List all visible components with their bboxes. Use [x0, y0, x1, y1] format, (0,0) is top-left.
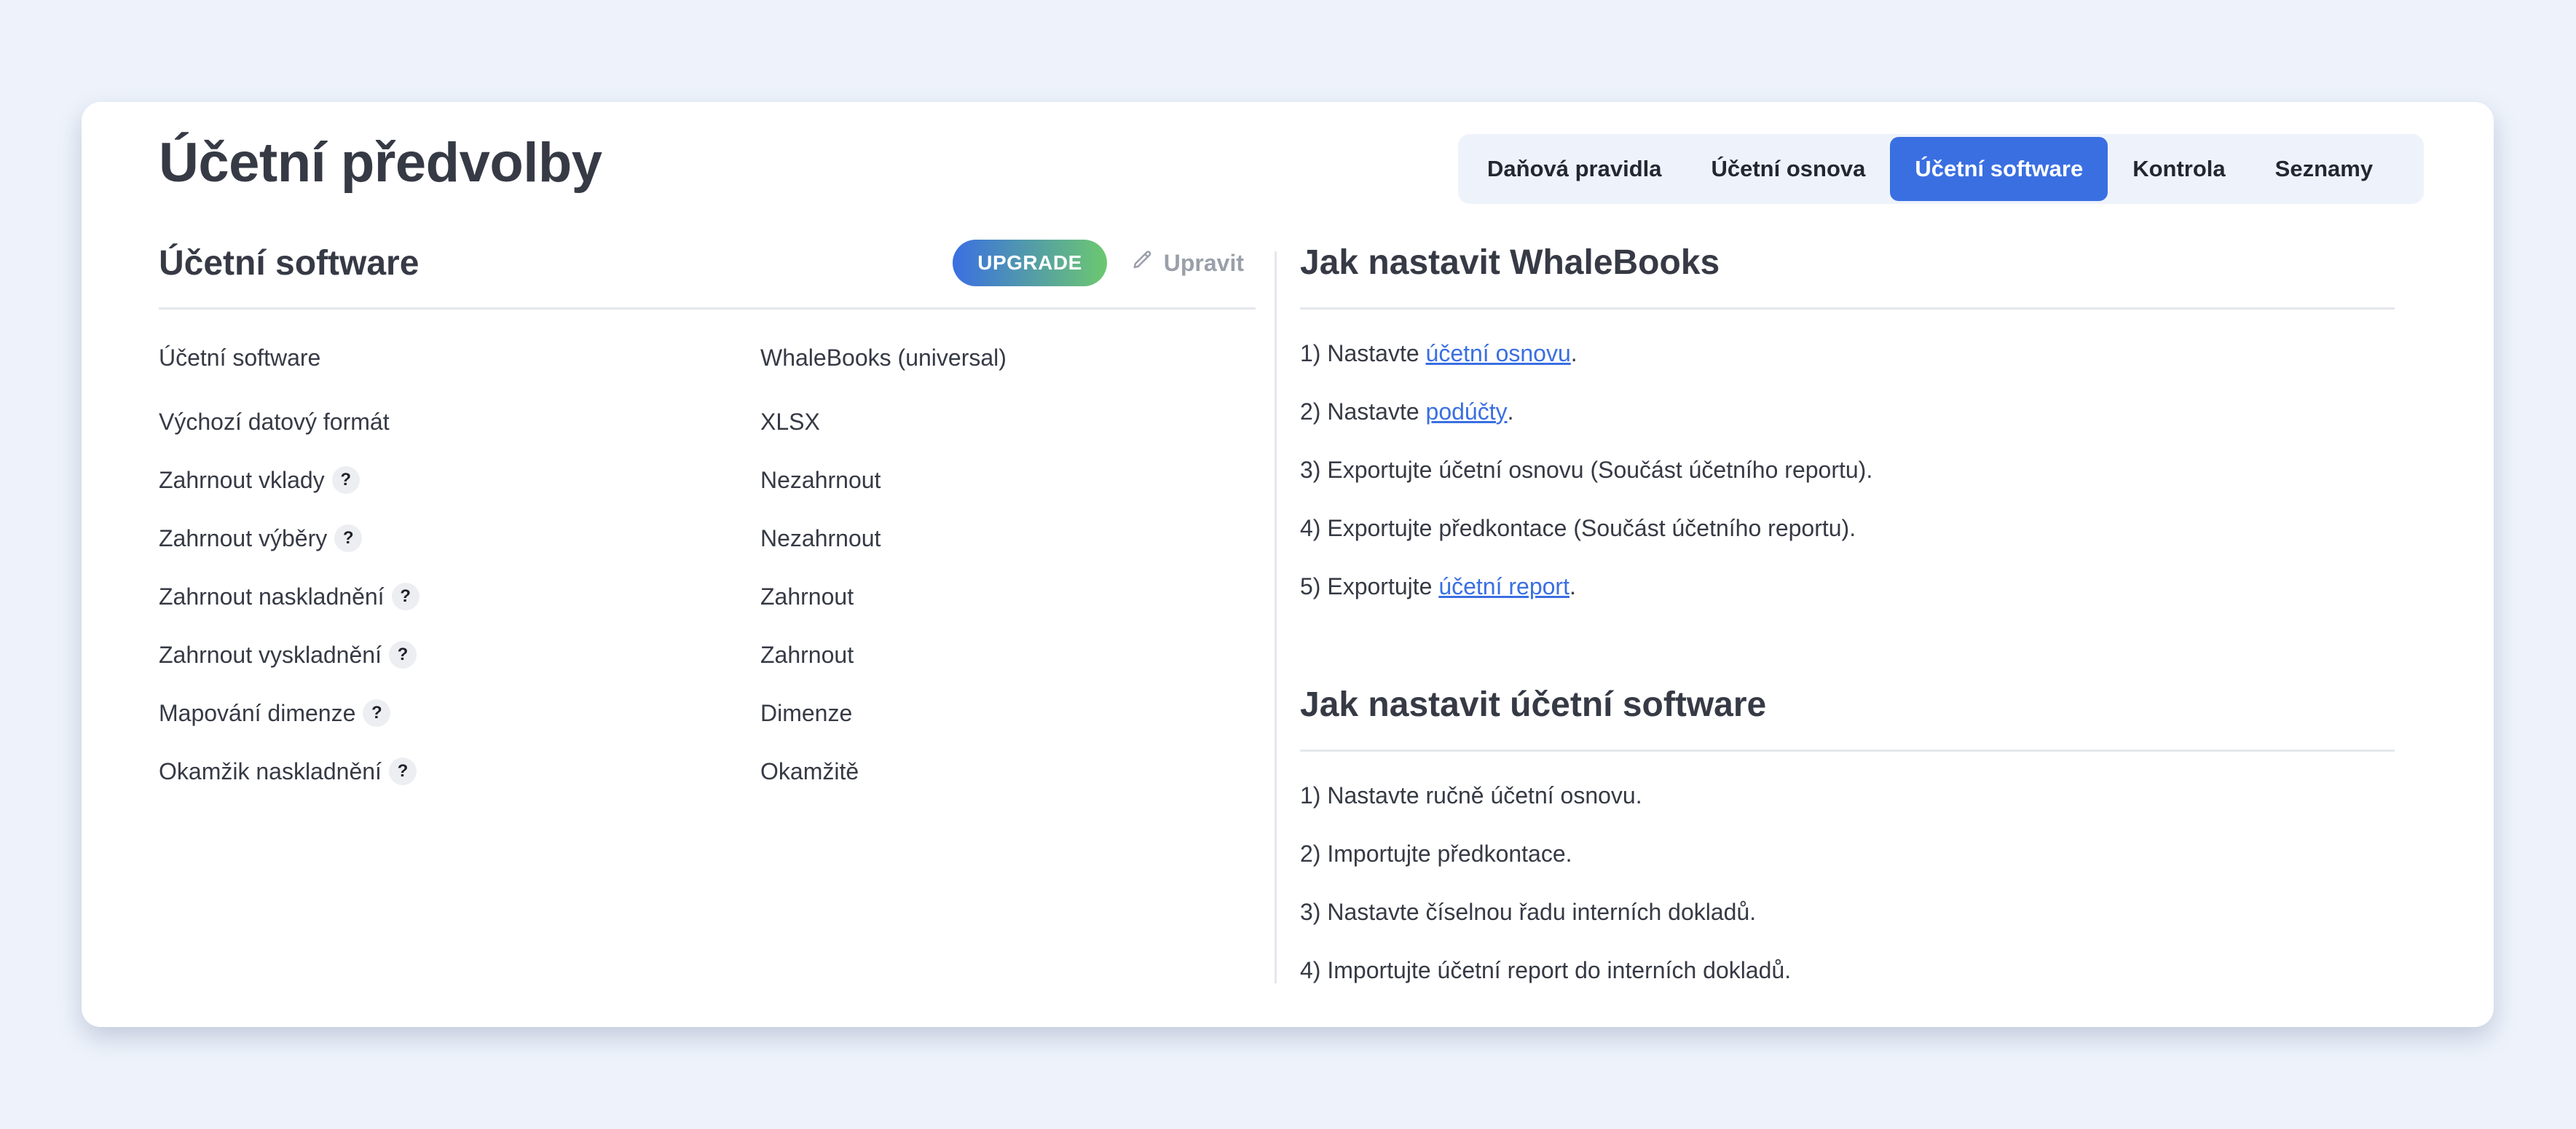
tab-accounting-software[interactable]: Účetní software	[1890, 137, 2108, 201]
setting-label: Zahrnout výběry	[159, 524, 328, 551]
tab-chart-of-accounts[interactable]: Účetní osnova	[1686, 137, 1890, 201]
page-title: Účetní předvolby	[159, 132, 602, 194]
guide-step: 4) Importujte účetní report do interních…	[1300, 956, 1792, 983]
help-icon[interactable]: ?	[363, 699, 391, 727]
settings-row: Zahrnout vklady? Nezahrnout	[159, 451, 1256, 509]
step-text: 2) Nastavte	[1300, 398, 1426, 425]
step-link[interactable]: účetní report	[1438, 573, 1569, 600]
setting-label: Mapování dimenze	[159, 699, 356, 726]
setting-label: Zahrnout naskladnění	[159, 583, 385, 610]
settings-row-label: Okamžik naskladnění?	[159, 758, 760, 785]
settings-row: Mapování dimenze? Dimenze	[159, 684, 1256, 742]
step-link[interactable]: účetní osnovu	[1426, 340, 1571, 367]
settings-row-label: Zahrnout vklady?	[159, 466, 760, 494]
guide-step: 1) Nastavte ručně účetní osnovu.	[1300, 782, 1642, 809]
edit-button[interactable]: Upravit	[1132, 249, 1244, 277]
setting-value: Dimenze	[760, 699, 853, 726]
settings-row-label: Účetní software	[159, 345, 760, 371]
settings-row-label: Zahrnout naskladnění?	[159, 583, 760, 610]
settings-list: Účetní software WhaleBooks (universal) Výc…	[159, 323, 1256, 800]
settings-divider	[159, 307, 1256, 310]
edit-label: Upravit	[1163, 249, 1244, 276]
settings-title: Účetní software	[159, 243, 420, 283]
settings-header: Účetní software UPGRADE Upravit	[159, 240, 1256, 286]
help-icon[interactable]: ?	[388, 641, 417, 669]
tab-lists[interactable]: Seznamy	[2250, 137, 2398, 201]
settings-row: Zahrnout výběry? Nezahrnout	[159, 509, 1256, 567]
settings-panel: Účetní software UPGRADE Upravit Účetní s…	[159, 240, 1256, 800]
settings-row: Zahrnout naskladnění? Zahrnout	[159, 567, 1256, 626]
guide-step: 1) Nastavte účetní osnovu.	[1300, 324, 2395, 382]
guide-step: 3) Exportujte účetní osnovu (Součást úče…	[1300, 441, 2395, 499]
software-steps: 1) Nastavte ručně účetní osnovu. 2) Impor…	[1300, 766, 2395, 999]
column-divider	[1275, 251, 1277, 983]
settings-row: Výchozí datový formát XLSX	[159, 393, 1256, 451]
settings-row: Zahrnout vyskladnění? Zahrnout	[159, 626, 1256, 684]
tab-tax-rules[interactable]: Daňová pravidla	[1462, 137, 1686, 201]
setting-label: Zahrnout vklady	[159, 466, 325, 493]
setting-label: Okamžik naskladnění	[159, 758, 382, 784]
settings-row: Okamžik naskladnění? Okamžitě	[159, 742, 1256, 800]
help-icon[interactable]: ?	[391, 583, 420, 610]
step-text: 5) Exportujte	[1300, 573, 1439, 599]
guide-panel: Jak nastavit WhaleBooks 1) Nastavte účet…	[1300, 240, 2395, 999]
guide-step: 4) Exportujte předkontace (Součást účetn…	[1300, 499, 2395, 557]
settings-row-label: Zahrnout vyskladnění?	[159, 641, 760, 669]
setting-label: Výchozí datový formát	[159, 408, 390, 435]
help-icon[interactable]: ?	[331, 466, 360, 494]
upgrade-button[interactable]: UPGRADE	[953, 240, 1107, 286]
software-guide-divider	[1300, 750, 2395, 752]
setting-label: Účetní software	[159, 344, 321, 371]
setting-value: Okamžitě	[760, 758, 859, 784]
guide-step: 2) Nastavte podúčty.	[1300, 382, 2395, 441]
setting-label: Zahrnout vyskladnění	[159, 641, 382, 668]
help-icon[interactable]: ?	[388, 758, 417, 785]
guide-step: 5) Exportujte účetní report.	[1300, 557, 2395, 615]
whalebooks-guide-title: Jak nastavit WhaleBooks	[1300, 243, 1720, 282]
setting-value: XLSX	[760, 408, 820, 435]
step-suffix: .	[1569, 573, 1576, 599]
whalebooks-guide-divider	[1300, 307, 2395, 310]
step-text: 1) Nastavte	[1300, 339, 1426, 366]
settings-card: Účetní předvolby Daňová pravidla Účetní …	[82, 102, 2494, 1027]
setting-value: Nezahrnout	[760, 466, 881, 493]
settings-row: Účetní software WhaleBooks (universal)	[159, 323, 1256, 393]
settings-row-label: Zahrnout výběry?	[159, 524, 760, 552]
setting-value: Zahrnout	[760, 583, 854, 610]
guide-step: 3) Nastavte číselnou řadu interních dokl…	[1300, 898, 1757, 925]
tab-bar: Daňová pravidla Účetní osnova Účetní sof…	[1458, 134, 2424, 204]
software-guide-title: Jak nastavit účetní software	[1300, 685, 1767, 724]
help-icon[interactable]: ?	[334, 524, 363, 552]
step-text: 4) Exportujte předkontace (Součást účetn…	[1300, 514, 1856, 541]
step-suffix: .	[1570, 339, 1577, 366]
settings-row-label: Výchozí datový formát	[159, 409, 760, 436]
step-suffix: .	[1507, 398, 1514, 425]
whalebooks-guide: Jak nastavit WhaleBooks 1) Nastavte účet…	[1300, 240, 2395, 615]
setting-value: WhaleBooks (universal)	[760, 344, 1007, 371]
tab-control[interactable]: Kontrola	[2108, 137, 2250, 201]
whalebooks-steps: 1) Nastavte účetní osnovu. 2) Nastavte po…	[1300, 324, 2395, 615]
pencil-icon	[1132, 249, 1154, 277]
settings-row-label: Mapování dimenze?	[159, 699, 760, 727]
setting-value: Zahrnout	[760, 641, 854, 668]
software-guide: Jak nastavit účetní software 1) Nastavte…	[1300, 682, 2395, 999]
setting-value: Nezahrnout	[760, 524, 881, 551]
step-link[interactable]: podúčty	[1426, 398, 1508, 425]
guide-step: 2) Importujte předkontace.	[1300, 840, 1572, 867]
step-text: 3) Exportujte účetní osnovu (Součást úče…	[1300, 456, 1873, 483]
